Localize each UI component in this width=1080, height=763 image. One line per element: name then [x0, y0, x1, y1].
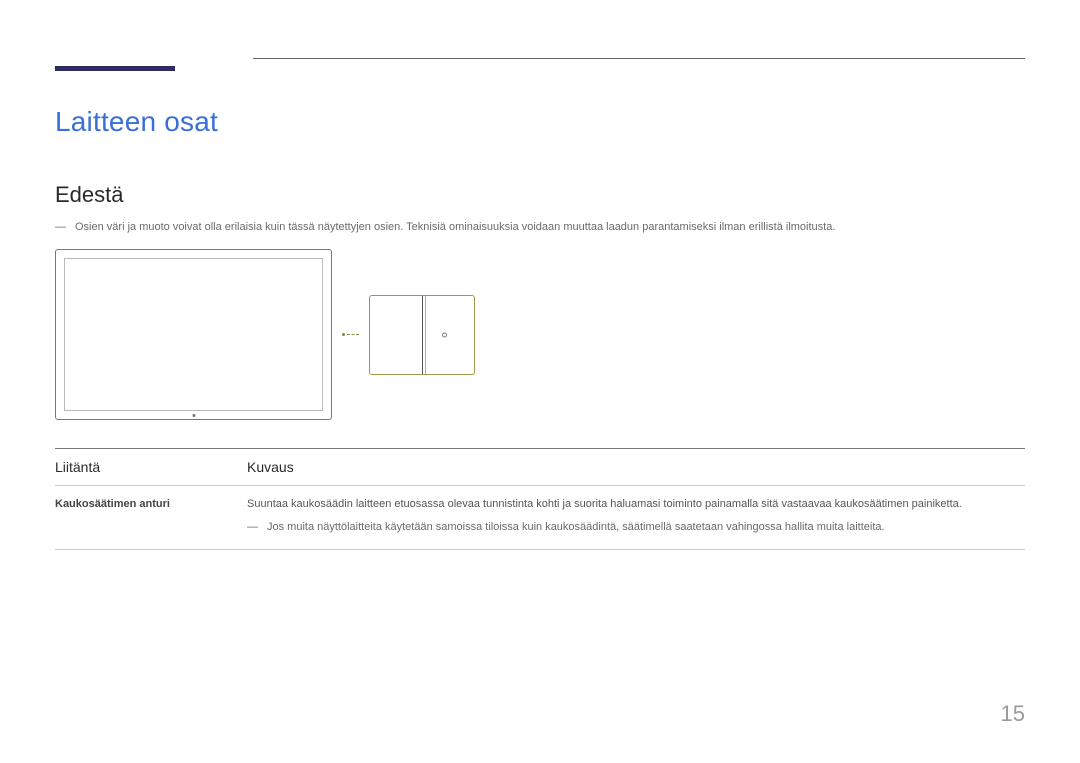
description-note: Jos muita näyttölaitteita käytetään samo… — [247, 519, 1025, 536]
page-number: 15 — [1001, 701, 1025, 727]
document-page: Laitteen osat Edestä Osien väri ja muoto… — [0, 0, 1080, 763]
top-note: Osien väri ja muoto voivat olla erilaisi… — [55, 220, 1025, 235]
front-diagram — [55, 249, 1025, 420]
heading-main: Laitteen osat — [55, 106, 1025, 138]
description-text: Suuntaa kaukosäädin laitteen etuosassa o… — [247, 498, 962, 510]
description-cell: Suuntaa kaukosäädin laitteen etuosassa o… — [247, 486, 1025, 550]
leader-dash-icon — [347, 334, 359, 335]
header-rule-bar — [55, 66, 175, 71]
sensor-zoom-dot-icon — [442, 332, 447, 337]
header-rule-line — [253, 58, 1025, 59]
zoom-edge-line — [425, 296, 426, 374]
table-header-row: Liitäntä Kuvaus — [55, 449, 1025, 486]
sensor-zoom-outline — [369, 295, 475, 375]
column-header-port: Liitäntä — [55, 449, 247, 486]
leader-dot-icon — [342, 333, 345, 336]
device-front-outline — [55, 249, 332, 420]
port-name-cell: Kaukosäätimen anturi — [55, 486, 247, 550]
header-rule — [55, 58, 1025, 78]
device-screen-inner — [64, 258, 323, 411]
spec-table: Liitäntä Kuvaus Kaukosäätimen anturi Suu… — [55, 448, 1025, 550]
zoom-center-line — [422, 296, 423, 374]
column-header-description: Kuvaus — [247, 449, 1025, 486]
leader-line — [342, 333, 359, 336]
sensor-dot-icon — [192, 414, 195, 417]
heading-sub: Edestä — [55, 182, 1025, 208]
table-row: Kaukosäätimen anturi Suuntaa kaukosäädin… — [55, 486, 1025, 550]
